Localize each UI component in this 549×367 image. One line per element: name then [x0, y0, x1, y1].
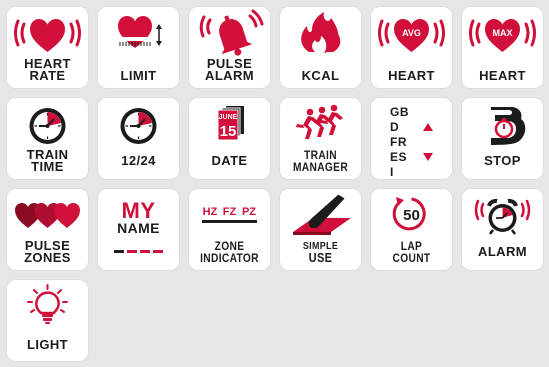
tile-heart-avg: AVG HEART — [370, 6, 453, 89]
tile-train-manager: TRAIN MANAGER — [279, 97, 362, 180]
tile-label: PULSE ZONES — [24, 238, 71, 265]
tile-label: ZONE INDICATOR — [200, 239, 259, 265]
tile-label: HEART RATE — [24, 56, 71, 83]
tile-label: KCAL — [301, 68, 340, 83]
tile-heart-max: MAX HEART — [461, 6, 544, 89]
tile-label: ALARM — [478, 244, 527, 259]
light-bulb-icon — [6, 279, 89, 331]
alarm-clock-icon — [461, 188, 544, 240]
tile-language: GB D FR ES I — [370, 97, 453, 180]
tile-label: LIGHT — [27, 337, 68, 352]
lap-counter-icon: 50 — [370, 188, 453, 240]
bell-alarm-icon — [188, 6, 271, 58]
tile-stop: STOP — [461, 97, 544, 180]
flame-icon — [279, 6, 362, 58]
tile-label: 12/24 — [121, 153, 156, 168]
zone-indicator-icon: HZ FZ PZ — [188, 188, 271, 240]
heart-avg-badge: AVG — [402, 28, 421, 38]
zone-hz: HZ — [203, 206, 218, 218]
lap-count-value: 50 — [403, 207, 420, 224]
tile-light: LIGHT — [6, 279, 89, 362]
heart-limit-icon — [97, 6, 180, 58]
calendar-icon: JUNE 15 — [188, 97, 271, 149]
tile-label: LAP COUNT — [392, 239, 431, 265]
tile-zone-indicator: HZ FZ PZ ZONE INDICATOR — [188, 188, 271, 271]
three-hearts-icon — [6, 188, 89, 240]
tile-lap-count: 50 LAP COUNT — [370, 188, 453, 271]
runners-icon — [279, 97, 362, 149]
tile-label: TRAIN MANAGER — [292, 148, 349, 174]
tile-label: DATE — [211, 153, 248, 168]
heart-waves-icon — [6, 6, 89, 58]
heart-max-badge: MAX — [493, 28, 513, 38]
zone-pz: PZ — [242, 206, 256, 218]
calendar-day: 15 — [220, 123, 237, 140]
my-name-icon — [114, 250, 163, 253]
tile-kcal: KCAL — [279, 6, 362, 89]
finger-press-icon — [279, 188, 362, 240]
zone-fz: FZ — [223, 206, 237, 218]
heart-avg-icon: AVG — [370, 6, 453, 58]
language-arrows-icon — [423, 123, 433, 161]
tile-label: SIMPLE USE — [302, 240, 339, 265]
clock-icon — [97, 97, 180, 149]
tile-pulse-zones: PULSE ZONES — [6, 188, 89, 271]
tile-label: HEART — [388, 68, 435, 83]
tile-label: HEART — [479, 68, 526, 83]
tile-simple-use: SIMPLE USE — [279, 188, 362, 271]
tile-heart-rate: HEART RATE — [6, 6, 89, 89]
calendar-month: JUNE — [219, 114, 238, 121]
tile-label: LIMIT — [120, 68, 157, 83]
tile-12-24: 12/24 — [97, 97, 180, 180]
tile-my-name: MY NAME — [97, 188, 180, 271]
tile-label: PULSE ALARM — [205, 56, 254, 83]
tile-limit: LIMIT — [97, 6, 180, 89]
tile-pulse-alarm: PULSE ALARM — [188, 6, 271, 89]
tile-label: STOP — [484, 153, 521, 168]
tile-alarm: ALARM — [461, 188, 544, 271]
stopwatch-icon — [461, 97, 544, 149]
heart-max-icon: MAX — [461, 6, 544, 58]
clock-icon — [6, 97, 89, 149]
tile-date: JUNE 15 DATE — [188, 97, 271, 180]
tile-label: TRAIN TIME — [26, 147, 69, 174]
tile-train-time: TRAIN TIME — [6, 97, 89, 180]
